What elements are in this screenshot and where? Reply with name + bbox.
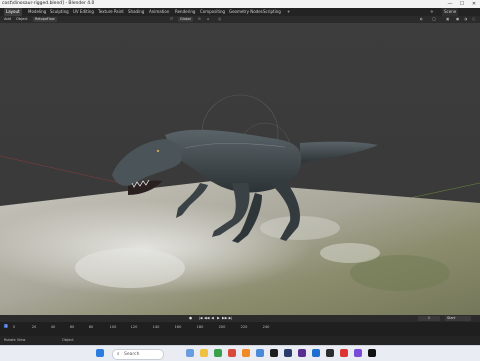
explorer-icon[interactable] [200,349,208,357]
frame-tick: 100 [109,325,117,329]
search-placeholder: Search [123,352,140,357]
os-taskbar: ⌕ Search [0,345,480,361]
app-icon-4[interactable] [270,349,278,357]
window-titlebar: cost\dinosaur-rigged.blend] - Blender 4.… [0,0,480,8]
xray-icon[interactable]: ▣ [446,16,449,23]
frame-tick: 60 [69,325,75,329]
play-button[interactable]: ▶ [216,316,221,321]
tab-sculpting[interactable]: Sculpting [48,8,71,16]
app-icon-9[interactable] [340,349,348,357]
timeline-ruler[interactable]: 1 0 20 40 60 80 100 120 140 160 180 200 … [0,322,480,336]
current-frame-field[interactable]: 1 [418,316,440,321]
app-icon-8[interactable] [326,349,334,357]
frame-tick: 160 [174,325,182,329]
tab-rendering[interactable]: Rendering [173,8,197,16]
snap-icon[interactable]: ⌂ [207,16,209,23]
jump-end-button[interactable]: ▶| [228,316,233,321]
object-menu[interactable]: Object [16,16,28,23]
tab-scripting[interactable]: Scripting [261,8,283,16]
frame-tick: 200 [218,325,226,329]
tab-uv-editing[interactable]: UV Editing [71,8,96,16]
search-icon: ⌕ [117,352,120,357]
record-button[interactable]: ● [188,316,193,321]
tab-layout[interactable]: Layout [4,8,22,16]
retopoflow-menu[interactable]: RetopoFlow [33,17,57,22]
overlay-icon[interactable]: ◯ [432,16,436,23]
frame-tick: 40 [50,325,56,329]
transform-orientation-dropdown[interactable]: Global [178,17,193,22]
frame-tick: 220 [240,325,248,329]
proportional-edit-icon[interactable]: ◎ [218,16,221,23]
scene-selector[interactable]: Scene [442,8,459,16]
frame-tick: 240 [262,325,270,329]
close-button[interactable]: ✕ [468,0,480,8]
visibility-icon[interactable]: ◐ [420,16,423,23]
start-frame-field[interactable]: Start [445,316,471,321]
timeline-header: ● |◀ ◀◀ ◀ ▶ ▶▶ ▶| 1 Start [0,315,480,322]
shading-rendered-icon[interactable]: ○ [472,16,475,23]
scene-icon[interactable]: ❖ [428,8,436,16]
add-workspace-button[interactable]: + [285,8,292,16]
app-icon-6[interactable] [298,349,306,357]
status-hint-rotate: Rotate View [4,338,26,342]
app-icon-7[interactable] [312,349,320,357]
edge-icon[interactable] [186,349,194,357]
viewport-scene [0,23,480,315]
timeline-panel: ● |◀ ◀◀ ◀ ▶ ▶▶ ▶| 1 Start 1 0 20 40 60 8… [0,315,480,336]
3d-viewport[interactable] [0,23,480,315]
jump-keyframe-back-button[interactable]: ◀◀ [204,316,209,321]
add-menu[interactable]: Add [4,16,11,23]
minimize-button[interactable]: — [444,0,456,8]
status-mode: Object [62,338,74,342]
app-icon-2[interactable] [228,349,236,357]
frame-tick: 180 [196,325,204,329]
frame-tick: 140 [152,325,160,329]
app-icon-11[interactable] [368,349,376,357]
tab-shading[interactable]: Shading [126,8,146,16]
frame-tick: 120 [130,325,138,329]
app-icon-10[interactable] [354,349,362,357]
app-icon-3[interactable] [256,349,264,357]
window-title: cost\dinosaur-rigged.blend] - Blender 4.… [2,1,95,6]
playhead[interactable]: 1 [3,324,9,328]
app-icon-5[interactable] [284,349,292,357]
frame-tick: 20 [31,325,37,329]
frame-tick: 80 [88,325,94,329]
transform-orientation-icon[interactable]: ⤧ [170,16,173,23]
status-bar: Rotate View Object [0,336,480,345]
tab-texture-paint[interactable]: Texture Paint [96,8,126,16]
tab-geometry-nodes[interactable]: Geometry Nodes [227,8,265,16]
workspace-tabs: Layout Modeling Sculpting UV Editing Tex… [0,8,480,16]
app-icon-1[interactable] [214,349,222,357]
tab-animation[interactable]: Animation [147,8,171,16]
play-reverse-button[interactable]: ◀ [210,316,215,321]
frame-tick: 0 [12,325,16,329]
search-box[interactable]: ⌕ Search [112,349,164,360]
tab-compositing[interactable]: Compositing [198,8,227,16]
start-icon[interactable] [96,349,104,357]
maximize-button[interactable]: ☐ [456,0,468,8]
pivot-icon[interactable]: ⊙ [198,16,201,23]
jump-keyframe-forward-button[interactable]: ▶▶ [222,316,227,321]
tab-modeling[interactable]: Modeling [26,8,48,16]
jump-start-button[interactable]: |◀ [198,316,203,321]
blender-icon[interactable] [242,349,250,357]
shading-solid-icon[interactable]: ● [456,16,459,23]
shading-material-icon[interactable]: ◑ [464,16,467,23]
